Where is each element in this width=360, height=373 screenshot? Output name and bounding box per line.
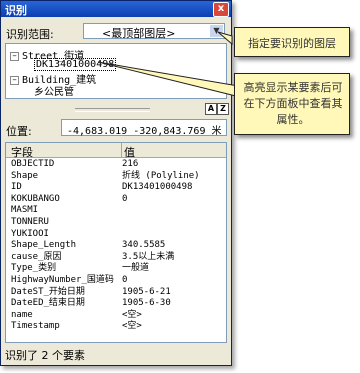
tree-collapse-icon[interactable]: − (10, 75, 19, 85)
position-label: 位置: (6, 125, 32, 138)
field-value: 216 (122, 159, 139, 169)
chevron-down-icon[interactable]: ▼ (210, 25, 223, 37)
callout-line: 属性。 (276, 113, 310, 126)
status-text: 识别了 2 个要素 (5, 349, 85, 362)
field-value: 340.5585 (122, 240, 166, 251)
field-name: DateED_结束日期 (11, 298, 85, 309)
panel-splitter[interactable]: A Z (5, 102, 229, 116)
field-value: 3.5以上未满 (122, 251, 175, 262)
tree-collapse-icon[interactable]: − (10, 51, 19, 61)
header-value[interactable]: 值 (124, 144, 135, 160)
close-icon[interactable]: x (213, 2, 229, 17)
table-row[interactable]: Shape_Length 340.5585 (6, 240, 226, 251)
splitter-grip[interactable] (75, 108, 150, 112)
table-row[interactable]: KOKUBANGO 0 (6, 194, 226, 205)
column-divider[interactable] (121, 143, 122, 157)
callout-scope-text: 指定要识别的图层 (248, 37, 336, 50)
field-value: DK13401000498 (122, 182, 193, 193)
table-row[interactable]: Type_类别 一般道 (6, 263, 226, 274)
callout-line: 高亮显示某要素后可 (243, 81, 343, 94)
callout-feature-text: 高亮显示某要素后可 在下方面板中查看其 属性。 (243, 80, 343, 128)
results-tree[interactable]: − Street_街道 DK13401000498 − Building_建筑 乡公… (5, 43, 227, 99)
scope-value: <最顶部图层> (102, 27, 176, 40)
table-header: 字段 值 (6, 143, 226, 160)
field-name: HighwayNumber_国道码 (11, 275, 114, 285)
scope-dropdown[interactable]: <最顶部图层> ▼ (83, 23, 225, 40)
scope-label: 识别范围: (6, 28, 54, 41)
table-row[interactable]: HighwayNumber_国道码 0 (6, 275, 226, 286)
table-row[interactable]: OBJECTID 216 (6, 159, 226, 170)
callout-feature: 高亮显示某要素后可 在下方面板中查看其 属性。 (234, 73, 350, 135)
field-name: Shape (11, 170, 39, 181)
field-name: cause_原因 (11, 251, 62, 262)
table-row[interactable]: YUKIOOI (6, 229, 226, 240)
field-value: 1905-6-21 (122, 286, 171, 297)
tree-node-feature[interactable]: 乡公民管 (34, 83, 74, 98)
field-name: Timestamp (11, 321, 60, 332)
table-row[interactable]: DateED_结束日期 1905-6-30 (6, 298, 226, 309)
field-name: KOKUBANGO (11, 193, 60, 204)
field-value: 0 (122, 193, 128, 204)
field-name: DateST_开始日期 (11, 286, 85, 297)
field-name: MASMI (11, 205, 39, 216)
table-row[interactable]: Timestamp <空> (6, 321, 226, 332)
tree-node-label: DK13401000498 (34, 58, 117, 71)
callout-line: 在下方面板中查看其 (243, 97, 343, 110)
identify-window: 识别 x 识别范围: <最顶部图层> ▼ − Street_街道 DK134010… (0, 0, 232, 366)
field-name: OBJECTID (11, 159, 55, 169)
sort-za-button[interactable]: Z (217, 103, 229, 115)
callout-scope: 指定要识别的图层 (234, 27, 350, 57)
field-value: 折线 (Polyline) (122, 170, 200, 181)
header-field[interactable]: 字段 (11, 144, 33, 160)
field-name: ID (11, 182, 22, 193)
table-row[interactable]: TONNERU (6, 217, 226, 228)
position-field: -4,683.019 -320,843.769 米 (61, 119, 227, 137)
table-row[interactable]: name <空> (6, 310, 226, 321)
sort-az-button[interactable]: A (205, 103, 217, 115)
window-title: 识别 (5, 4, 27, 17)
field-value: 0 (122, 275, 128, 285)
table-row[interactable]: Shape 折线 (Polyline) (6, 171, 226, 182)
field-value: 1905-6-30 (122, 298, 171, 309)
field-name: TONNERU (11, 217, 49, 227)
field-name: name (11, 309, 33, 320)
field-value: 一般道 (122, 263, 150, 274)
tree-node-label: 乡公民管 (34, 87, 74, 98)
field-name: YUKIOOI (11, 228, 49, 239)
table-row[interactable]: ID DK13401000498 (6, 182, 226, 193)
table-row[interactable]: MASMI (6, 205, 226, 216)
field-name: Shape_Length (11, 240, 77, 251)
table-row[interactable]: DateST_开始日期 1905-6-21 (6, 287, 226, 298)
field-value: <空> (122, 321, 142, 332)
field-value: <空> (122, 309, 142, 320)
position-value: -4,683.019 -320,843.769 米 (67, 126, 222, 137)
field-name: Type_类别 (11, 263, 57, 274)
title-bar[interactable]: 识别 x (1, 1, 231, 17)
attribute-table: 字段 值 OBJECTID 216 Shape 折线 (Polyline) ID DK13… (5, 142, 227, 343)
tree-node-feature-selected[interactable]: DK13401000498 (34, 58, 117, 71)
table-row[interactable]: cause_原因 3.5以上未满 (6, 252, 226, 263)
